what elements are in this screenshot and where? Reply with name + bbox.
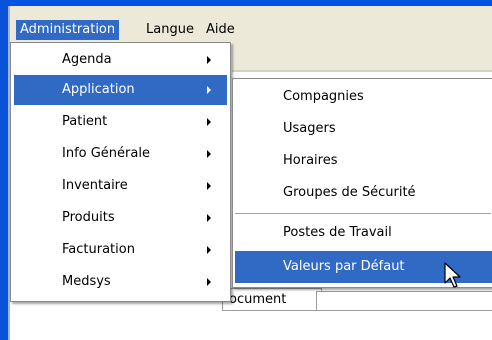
menubar: Administration Langue Aide (10, 6, 492, 42)
menu-item-application[interactable]: Application (14, 75, 227, 105)
submenu-item-label: Horaires (283, 153, 338, 168)
menu-item-label: Application (62, 82, 135, 97)
menu-item-label: Agenda (62, 52, 112, 67)
submenu-separator (235, 213, 491, 214)
menu-item-label: Medsys (62, 274, 111, 289)
menu-administration[interactable]: Administration (16, 20, 120, 40)
submenu-item-usagers[interactable]: Usagers (235, 113, 492, 145)
submenu-item-groupes-de-securite[interactable]: Groupes de Sécurité (235, 177, 492, 209)
menu-item-label: Info Générale (62, 146, 150, 161)
submenu-item-label: Groupes de Sécurité (283, 185, 416, 200)
submenu-item-label: Valeurs par Défaut (283, 259, 405, 274)
tab-document[interactable]: ocument (222, 288, 322, 311)
submenu-item-label: Postes de Travail (283, 225, 392, 240)
toolbar-divider (232, 70, 492, 72)
submenu-arrow-icon (207, 182, 211, 190)
document-divider (222, 310, 492, 311)
menu-item-produits[interactable]: Produits (14, 203, 227, 233)
toolbar-area (232, 42, 492, 70)
application-submenu: Compagnies Usagers Horaires Groupes de S… (232, 78, 492, 288)
menu-item-label: Facturation (62, 242, 135, 257)
menu-aide[interactable]: Aide (202, 20, 239, 40)
administration-dropdown: Agenda Application Patient Info Générale… (10, 42, 231, 302)
submenu-arrow-icon (207, 118, 211, 126)
submenu-arrow-icon (207, 56, 211, 64)
menu-item-inventaire[interactable]: Inventaire (14, 171, 227, 201)
menu-item-label: Patient (62, 114, 108, 129)
window-frame-left (0, 0, 8, 340)
submenu-item-label: Compagnies (283, 89, 364, 104)
document-field (316, 291, 492, 311)
submenu-arrow-icon (207, 246, 211, 254)
menu-item-facturation[interactable]: Facturation (14, 235, 227, 265)
submenu-item-label: Usagers (283, 121, 336, 136)
menu-item-label: Produits (62, 210, 115, 225)
submenu-item-horaires[interactable]: Horaires (235, 145, 492, 177)
menu-item-medsys[interactable]: Medsys (14, 267, 227, 297)
submenu-arrow-icon (207, 86, 211, 94)
mouse-pointer-icon (444, 262, 461, 288)
submenu-item-postes-de-travail[interactable]: Postes de Travail (235, 217, 492, 249)
submenu-item-compagnies[interactable]: Compagnies (235, 81, 492, 113)
menu-item-patient[interactable]: Patient (14, 107, 227, 137)
menu-item-agenda[interactable]: Agenda (14, 45, 227, 75)
menu-item-label: Inventaire (62, 178, 128, 193)
submenu-arrow-icon (207, 214, 211, 222)
menu-item-info-generale[interactable]: Info Générale (14, 139, 227, 169)
submenu-arrow-icon (207, 150, 211, 158)
submenu-arrow-icon (207, 278, 211, 286)
menu-langue[interactable]: Langue (142, 20, 198, 40)
